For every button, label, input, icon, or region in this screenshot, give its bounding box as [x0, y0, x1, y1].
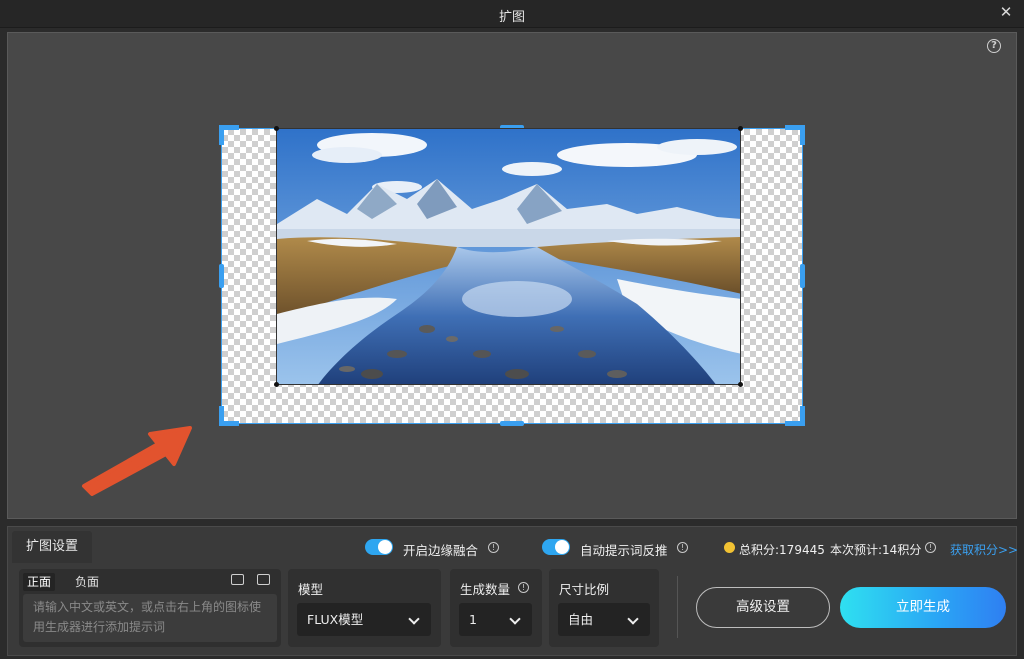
- arrow-icon: [82, 426, 192, 496]
- photo-corner-dot[interactable]: [738, 382, 743, 387]
- auto-prompt-label: 自动提示词反推: [580, 543, 668, 558]
- coin-icon: [724, 542, 735, 553]
- resize-handle-top-right[interactable]: [800, 125, 805, 145]
- tab-expand-settings[interactable]: 扩图设置: [12, 531, 92, 563]
- ratio-block: 尺寸比例 自由: [549, 569, 659, 647]
- resize-handle-bottom-left[interactable]: [219, 406, 224, 426]
- chevron-down-icon: [408, 613, 420, 625]
- tab-negative-prompt[interactable]: 负面: [71, 573, 103, 591]
- get-points-link[interactable]: 获取积分>>: [950, 541, 1018, 558]
- resize-handle-top-left[interactable]: [219, 125, 224, 145]
- title-bar: 扩图 ✕: [0, 0, 1024, 28]
- info-icon[interactable]: !: [677, 542, 688, 553]
- prompt-library-icon[interactable]: [257, 574, 270, 585]
- advanced-settings-button[interactable]: 高级设置: [696, 587, 830, 628]
- count-block: 生成数量 ! 1: [450, 569, 542, 647]
- count-value: 1: [469, 612, 477, 627]
- prompt-generator-icon[interactable]: [231, 574, 244, 585]
- info-icon[interactable]: !: [518, 582, 529, 593]
- ratio-select[interactable]: 自由: [558, 603, 650, 636]
- model-value: FLUX模型: [307, 612, 364, 627]
- toggle-knob: [378, 540, 392, 554]
- photo-corner-dot[interactable]: [274, 126, 279, 131]
- photo-corner-dot[interactable]: [738, 126, 743, 131]
- tab-positive-prompt[interactable]: 正面: [23, 573, 56, 591]
- info-icon[interactable]: !: [488, 542, 499, 553]
- toggle-knob: [555, 540, 569, 554]
- window-title: 扩图: [498, 10, 525, 25]
- total-points: 总积分:179445: [739, 543, 825, 557]
- model-select[interactable]: FLUX模型: [297, 603, 431, 636]
- auto-prompt-toggle[interactable]: [542, 539, 570, 555]
- edge-blend-toggle[interactable]: [365, 539, 393, 555]
- source-image[interactable]: [276, 128, 741, 385]
- photo-corner-dot[interactable]: [274, 382, 279, 387]
- resize-handle-bottom-right[interactable]: [800, 406, 805, 426]
- model-block: 模型 FLUX模型: [288, 569, 441, 647]
- ratio-value: 自由: [568, 612, 594, 627]
- chevron-down-icon: [509, 613, 521, 625]
- resize-handle-left[interactable]: [219, 264, 224, 288]
- prompt-box: 正面 负面 请输入中文或英文，或点击右上角的图标使用生成器进行添加提示词: [19, 569, 281, 647]
- prompt-input[interactable]: 请输入中文或英文，或点击右上角的图标使用生成器进行添加提示词: [23, 594, 277, 642]
- question-circle-icon[interactable]: ?: [987, 39, 1001, 53]
- count-label: 生成数量: [460, 582, 511, 597]
- resize-handle-right[interactable]: [800, 264, 805, 288]
- count-select[interactable]: 1: [459, 603, 532, 636]
- divider: [677, 576, 678, 638]
- estimated-points: 本次预计:14积分: [830, 543, 922, 557]
- close-icon[interactable]: ✕: [998, 4, 1014, 20]
- chevron-down-icon: [627, 613, 639, 625]
- resize-handle-bottom[interactable]: [500, 421, 524, 426]
- generate-button[interactable]: 立即生成: [840, 587, 1006, 628]
- ratio-label: 尺寸比例: [559, 582, 610, 597]
- info-icon[interactable]: !: [925, 542, 936, 553]
- model-label: 模型: [298, 582, 324, 597]
- edge-blend-label: 开启边缘融合: [403, 543, 479, 558]
